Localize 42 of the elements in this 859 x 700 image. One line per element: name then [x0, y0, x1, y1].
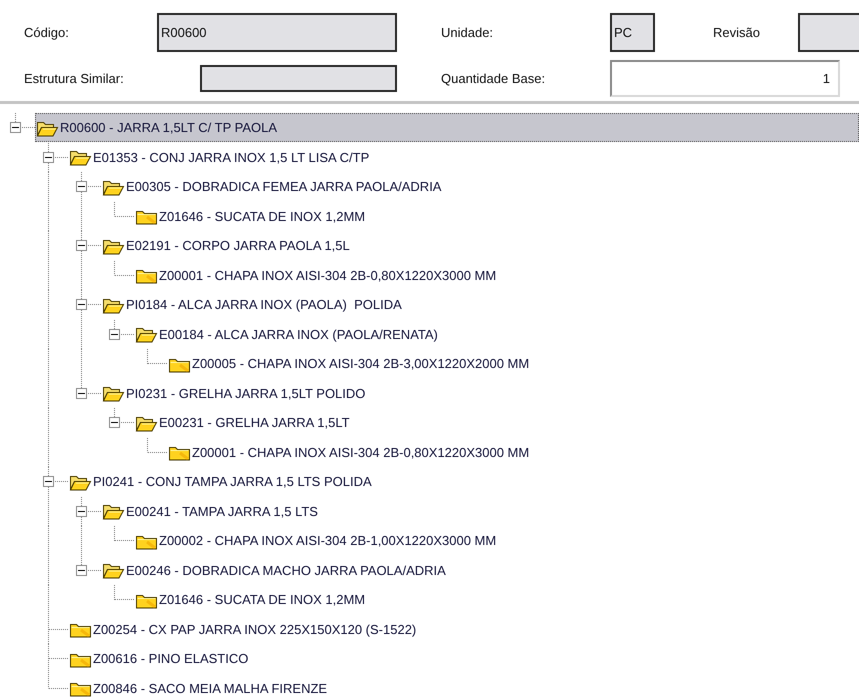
collapse-toggle[interactable]	[76, 181, 87, 192]
tree-item[interactable]: Z01646 - SUCATA DE INOX 1,2MM	[134, 585, 370, 614]
collapse-toggle[interactable]	[76, 506, 87, 517]
tree-item[interactable]: E00241 - TAMPA JARRA 1,5 LTS	[101, 496, 323, 526]
input-field[interactable]: 1	[610, 60, 840, 97]
collapse-toggle[interactable]	[76, 564, 87, 576]
tree-item[interactable]: Z00846 - SACO MEIA MALHA FIRENZE	[68, 674, 332, 700]
tree-item[interactable]: PI0241 - CONJ TAMPA JARRA 1,5 LTS POLIDA	[68, 467, 377, 496]
tree-item[interactable]: E02191 - CORPO JARRA PAOLA 1,5L	[101, 231, 355, 260]
tree-item[interactable]: E00184 - ALCA JARRA INOX (PAOLA/RENATA)	[134, 320, 443, 349]
collapse-toggle[interactable]	[76, 299, 87, 310]
collapse-toggle[interactable]	[109, 328, 120, 340]
open-folder-icon	[102, 561, 125, 580]
tree-item[interactable]: E00231 - GRELHA JARRA 1,5LT	[134, 408, 355, 438]
field-label: Quantidade Base:	[441, 71, 546, 86]
tree-item[interactable]: Z00002 - CHAPA INOX AISI-304 2B-1,00X1220X3000 MM	[134, 526, 502, 556]
tree-item[interactable]: E00305 - DOBRADICA FEMEA JARRA PAOLA/ADRIA	[101, 172, 446, 202]
open-folder-icon	[69, 148, 92, 166]
open-folder-icon	[135, 325, 158, 344]
collapse-toggle[interactable]	[10, 122, 21, 134]
collapse-toggle[interactable]	[43, 476, 54, 488]
tree-item[interactable]: E00246 - DOBRADICA MACHO JARRA PAOLA/ADRIA	[101, 556, 451, 585]
open-folder-icon	[102, 502, 125, 520]
tree-item[interactable]: E01353 - CONJ JARRA INOX 1,5 LT LISA C/TP	[68, 142, 374, 172]
tree-item[interactable]: PI0231 - GRELHA JARRA 1,5LT POLIDO	[101, 378, 370, 408]
tree-item[interactable]: Z00616 - PINO ELASTICO	[68, 644, 254, 674]
tree-item[interactable]: Z00254 - CX PAP JARRA INOX 225X150X120 (S-1522)	[68, 614, 422, 644]
field-label: Estrutura Similar:	[24, 71, 125, 86]
collapse-toggle[interactable]	[43, 152, 54, 163]
collapse-toggle[interactable]	[76, 240, 87, 252]
tree-item[interactable]: R00600 - JARRA 1,5LT C/ TP PAOLA	[35, 113, 859, 142]
collapse-toggle[interactable]	[109, 417, 120, 428]
field-label: Unidade:	[441, 25, 494, 40]
collapse-toggle[interactable]	[76, 388, 87, 399]
field-label: Revisão	[713, 25, 761, 40]
tree-item[interactable]: Z00001 - CHAPA INOX AISI-304 2B-0,80X1220X3000 MM	[134, 260, 502, 290]
tree-item[interactable]: PI0184 - ALCA JARRA INOX (PAOLA) POLIDA	[101, 290, 407, 320]
tree-item[interactable]: Z00005 - CHAPA INOX AISI-304 2B-3,00X1220X2000 MM	[167, 349, 534, 378]
open-folder-icon	[102, 384, 125, 402]
tree-item[interactable]: Z01646 - SUCATA DE INOX 1,2MM	[134, 202, 370, 231]
field-label: Código:	[24, 25, 70, 40]
tree-item[interactable]: Z00001 - CHAPA INOX AISI-304 2B-0,80X1220X3000 MM	[167, 438, 534, 467]
